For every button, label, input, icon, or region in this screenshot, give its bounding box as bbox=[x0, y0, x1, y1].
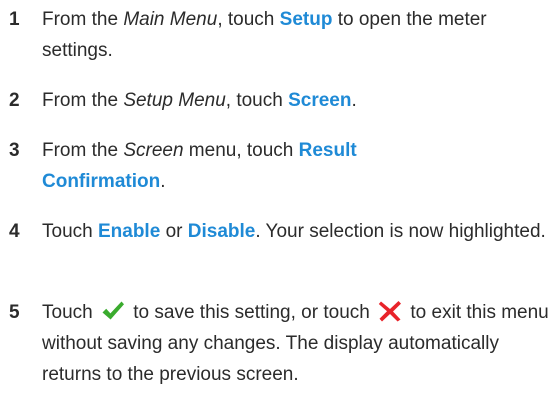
text: From the bbox=[42, 140, 124, 161]
text: . Your selection is now highlighted. bbox=[255, 221, 546, 242]
text: From the bbox=[42, 9, 124, 30]
step-number: 5 bbox=[9, 302, 20, 323]
step-number: 3 bbox=[9, 140, 20, 161]
step-text: Touch to save this setting, or touch to … bbox=[42, 297, 550, 390]
text: . bbox=[351, 90, 357, 111]
step-text: From the Setup Menu, touch Screen. bbox=[42, 85, 550, 116]
setup-keyword: Setup bbox=[279, 9, 333, 30]
text: , touch bbox=[217, 9, 280, 30]
menu-name: Main Menu bbox=[123, 9, 218, 30]
text: menu, touch bbox=[183, 140, 299, 161]
x-cancel-icon bbox=[378, 300, 402, 322]
menu-name: Screen bbox=[123, 140, 184, 161]
enable-keyword: Enable bbox=[97, 221, 161, 242]
step-text: From the Screen menu, touch Result Confi… bbox=[42, 135, 406, 197]
text: Touch bbox=[42, 221, 98, 242]
step-text: Touch Enable or Disable. Your selection … bbox=[42, 216, 550, 247]
text: , touch bbox=[225, 90, 289, 111]
step-number: 2 bbox=[9, 90, 20, 111]
step-number: 4 bbox=[9, 221, 20, 242]
text: . bbox=[160, 171, 166, 192]
checkmark-icon bbox=[101, 300, 125, 322]
step-number: 1 bbox=[9, 9, 20, 30]
text: to save this setting, or touch bbox=[127, 302, 376, 323]
text: From the bbox=[42, 90, 124, 111]
disable-keyword: Disable bbox=[187, 221, 256, 242]
screen-keyword: Screen bbox=[288, 90, 352, 111]
step-text: From the Main Menu, touch Setup to open … bbox=[42, 4, 550, 66]
text: or bbox=[160, 221, 188, 242]
text: Touch bbox=[42, 302, 98, 323]
menu-name: Setup Menu bbox=[123, 90, 226, 111]
